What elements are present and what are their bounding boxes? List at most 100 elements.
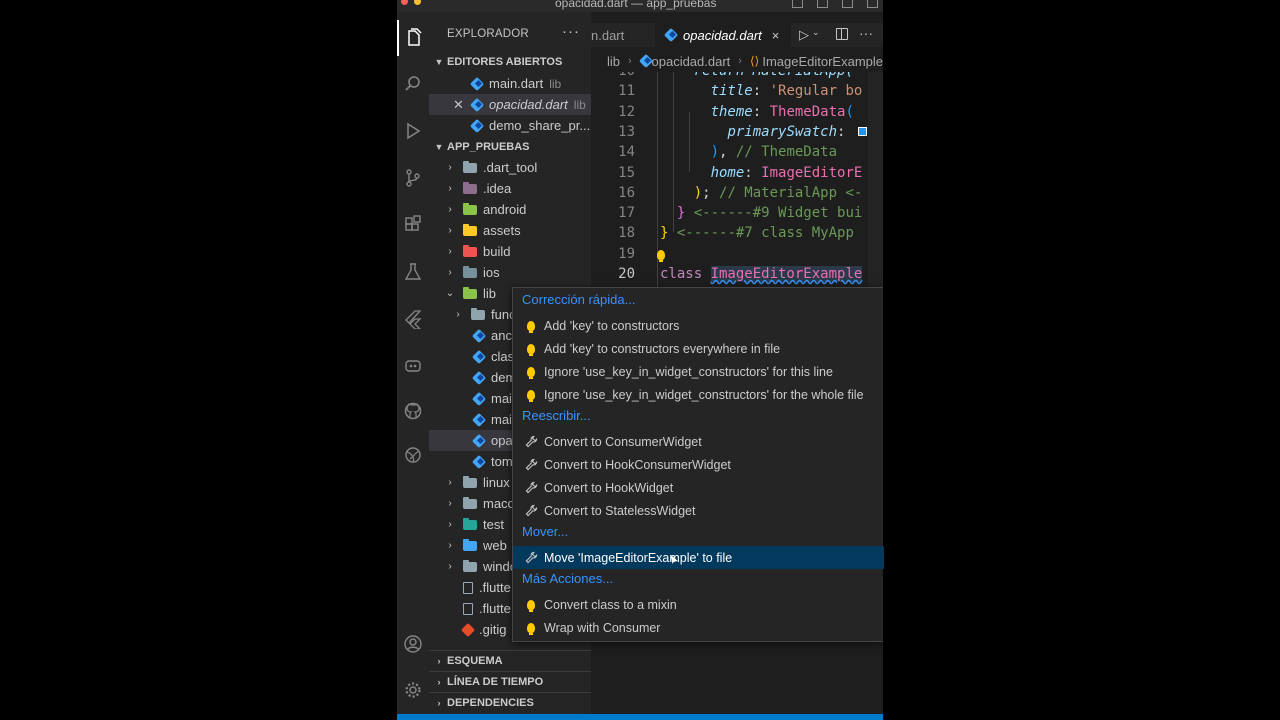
open-editor-item[interactable]: main.dart lib xyxy=(429,73,591,94)
line-number: 10 xyxy=(591,72,635,79)
accounts-icon[interactable] xyxy=(397,626,429,662)
menu-item[interactable]: Wrap with Consumer xyxy=(513,616,884,639)
menu-item[interactable]: Add 'key' to constructors everywhere in … xyxy=(513,337,884,360)
menu-item[interactable]: Convert to HookConsumerWidget xyxy=(513,453,884,476)
menu-item-label: Wrap with Consumer xyxy=(544,620,661,635)
tree-folder[interactable]: › .dart_tool xyxy=(429,157,591,178)
tab-bar: n.dart opacidad.dart × ▷ ⌄ ··· xyxy=(591,23,883,47)
menu-item-label: Convert to HookConsumerWidget xyxy=(544,457,731,472)
chevron-right-icon: › xyxy=(628,55,632,67)
minimap[interactable] xyxy=(868,72,883,298)
breadcrumb-lib[interactable]: lib xyxy=(607,54,620,69)
close-window-button[interactable] xyxy=(401,0,408,5)
code-token: , xyxy=(719,144,736,161)
chevron-right-icon: › xyxy=(437,677,441,687)
lightbulb-icon xyxy=(524,343,538,356)
menu-item[interactable]: Convert class to a mixin xyxy=(513,593,884,616)
minimize-window-button[interactable] xyxy=(414,0,421,5)
folder-icon xyxy=(471,307,485,320)
breadcrumb-file[interactable]: opacidad.dart xyxy=(652,54,731,69)
lightbulb-icon xyxy=(524,320,538,333)
breadcrumb-class[interactable]: ImageEditorExample xyxy=(762,54,883,69)
tree-folder[interactable]: › ios xyxy=(429,262,591,283)
close-editor-icon[interactable]: ✕ xyxy=(453,97,471,113)
toggle-secondary-sidebar-icon[interactable] xyxy=(842,0,853,8)
folder-icon xyxy=(463,559,477,572)
tab-opacidad-dart[interactable]: opacidad.dart × xyxy=(655,23,791,47)
code-token: ImageEditorExample xyxy=(710,266,863,282)
class-symbol-icon: ⟨⟩ xyxy=(749,54,760,68)
menu-item[interactable]: Ignore 'use_key_in_widget_constructors' … xyxy=(513,360,884,383)
lightbulb-gutter[interactable] xyxy=(657,249,665,262)
run-icon[interactable]: ▷ xyxy=(799,27,809,43)
outline-section[interactable]: › ESQUEMA xyxy=(429,650,591,671)
customize-layout-icon[interactable] xyxy=(867,0,878,8)
menu-item-label: Convert to ConsumerWidget xyxy=(544,434,702,449)
code-token: // MaterialApp <- xyxy=(719,184,863,201)
open-editor-item[interactable]: demo_share_pr... xyxy=(429,115,591,136)
code-token: theme xyxy=(710,103,753,120)
title-bar: opacidad.dart — app_pruebas xyxy=(397,0,883,12)
menu-item[interactable]: Convert to StatelessWidget xyxy=(513,499,884,522)
line-number: 15 xyxy=(618,164,635,181)
folder-assets-icon xyxy=(463,223,477,236)
code-token: ThemeData xyxy=(769,103,846,120)
code-token: ) xyxy=(710,144,720,161)
color-swatch-icon[interactable] xyxy=(857,127,867,137)
menu-item[interactable]: Add 'key' to constructors xyxy=(513,314,884,337)
code-token: : xyxy=(837,123,854,140)
project-section[interactable]: ▼ APP_PRUEBAS xyxy=(429,136,591,157)
github-icon[interactable] xyxy=(397,393,429,429)
line-number: 17 xyxy=(618,205,635,222)
source-control-icon[interactable] xyxy=(397,160,429,196)
code-token: ( xyxy=(845,103,854,120)
more-actions-icon[interactable]: ··· xyxy=(859,25,873,41)
code-line: ), // ThemeData xyxy=(660,144,837,160)
split-editor-icon[interactable] xyxy=(836,28,848,40)
search-icon[interactable] xyxy=(397,66,429,102)
tree-folder[interactable]: › assets xyxy=(429,220,591,241)
folder-idea-icon xyxy=(463,181,477,194)
tree-folder[interactable]: › android xyxy=(429,199,591,220)
chevron-right-icon: › xyxy=(437,698,441,708)
browser-icon[interactable] xyxy=(397,437,429,473)
menu-item-active[interactable]: Move 'ImageEditorExample' to file xyxy=(513,546,884,569)
chevron-right-icon: › xyxy=(448,246,452,257)
menu-item[interactable]: Convert to HookWidget xyxy=(513,476,884,499)
explorer-icon[interactable] xyxy=(397,20,429,56)
tree-folder[interactable]: › .idea xyxy=(429,178,591,199)
menu-item[interactable]: Ignore 'use_key_in_widget_constructors' … xyxy=(513,383,884,406)
dependencies-section[interactable]: › DEPENDENCIES xyxy=(429,692,591,713)
code-token: ; xyxy=(702,184,720,201)
menu-item[interactable]: Convert to ConsumerWidget xyxy=(513,430,884,453)
menu-item-label: Ignore 'use_key_in_widget_constructors' … xyxy=(544,387,864,402)
code-line: theme: ThemeData( xyxy=(660,104,854,120)
run-debug-icon[interactable] xyxy=(397,113,429,149)
settings-gear-icon[interactable] xyxy=(397,672,429,708)
remote-explorer-icon[interactable] xyxy=(397,348,429,384)
more-actions-icon[interactable]: ··· xyxy=(562,23,580,40)
testing-icon[interactable] xyxy=(397,254,429,290)
tab-main-dart[interactable]: n.dart xyxy=(591,23,649,47)
flutter-icon[interactable] xyxy=(397,301,429,337)
code-editor[interactable]: 10 return MaterialApp(11 title: 'Regular… xyxy=(591,72,883,298)
extensions-icon[interactable] xyxy=(397,207,429,243)
open-editors-section[interactable]: ▼ EDITORES ABIERTOS xyxy=(429,51,591,72)
close-tab-icon[interactable]: × xyxy=(772,28,780,43)
chevron-down-icon[interactable]: ⌄ xyxy=(812,27,820,38)
indent-guide xyxy=(689,112,690,172)
chevron-down-icon: ▼ xyxy=(434,141,444,152)
folder-lib-icon xyxy=(463,286,477,299)
folder-web-icon xyxy=(463,538,477,551)
line-number: 13 xyxy=(618,123,635,140)
timeline-section[interactable]: › LÍNEA DE TIEMPO xyxy=(429,671,591,692)
open-editor-item-active[interactable]: ✕ opacidad.dart lib xyxy=(429,94,591,115)
window-title: opacidad.dart — app_pruebas xyxy=(555,0,717,10)
folder-test-icon xyxy=(463,517,477,530)
toggle-sidebar-icon[interactable] xyxy=(792,0,803,8)
tree-folder[interactable]: › build xyxy=(429,241,591,262)
menu-item-label: Add 'key' to constructors xyxy=(544,318,680,333)
code-line: ); // MaterialApp <- xyxy=(660,184,863,201)
toggle-panel-icon[interactable] xyxy=(817,0,828,8)
